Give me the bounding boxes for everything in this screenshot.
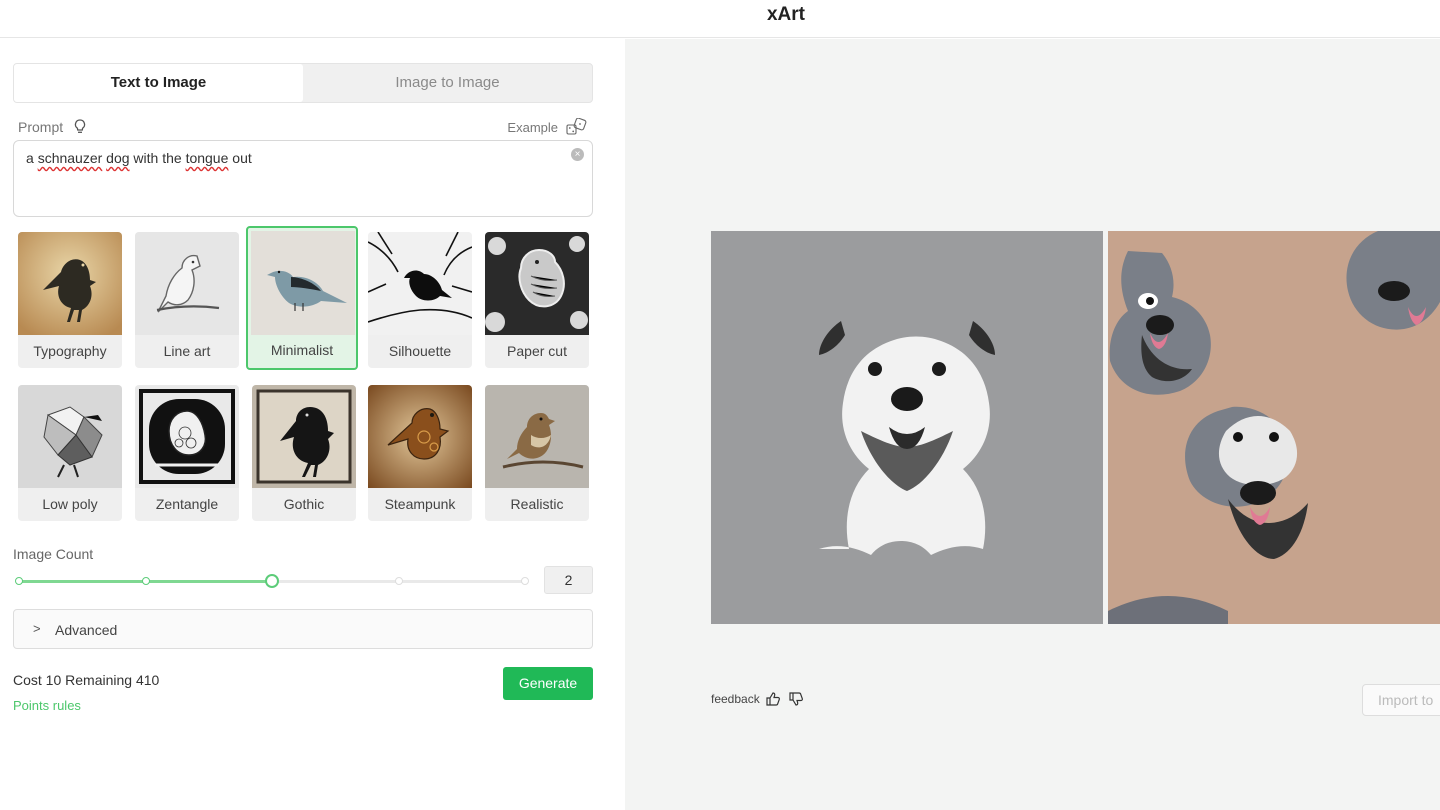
advanced-label: Advanced bbox=[55, 622, 118, 638]
style-label: Typography bbox=[33, 343, 107, 359]
prompt-header: Prompt Example bbox=[18, 117, 588, 139]
slider-step-dot[interactable] bbox=[394, 577, 403, 585]
image-count-label: Image Count bbox=[13, 546, 94, 562]
mode-tabs: Text to Image Image to Image bbox=[13, 63, 593, 103]
style-card-low-poly[interactable]: Low poly bbox=[18, 385, 122, 521]
result-panel: feedback Import to bbox=[625, 39, 1440, 810]
style-label: Low poly bbox=[42, 496, 98, 512]
result-image-1[interactable] bbox=[711, 231, 1103, 624]
style-label: Paper cut bbox=[507, 343, 567, 359]
style-card-gothic[interactable]: Gothic bbox=[252, 385, 356, 521]
style-card-typography[interactable]: Typography bbox=[18, 232, 122, 368]
style-label: Realistic bbox=[510, 496, 564, 512]
style-label: Silhouette bbox=[388, 343, 452, 359]
feedback-label: feedback bbox=[711, 692, 760, 706]
slider-step-dot[interactable] bbox=[141, 577, 150, 585]
style-label: Gothic bbox=[283, 496, 325, 512]
generate-button[interactable]: Generate bbox=[503, 667, 593, 700]
style-card-silhouette[interactable]: Silhouette bbox=[368, 232, 472, 368]
prompt-word-misspelled: tongue bbox=[185, 150, 229, 166]
prompt-word: out bbox=[228, 150, 252, 166]
slider-step-dot[interactable] bbox=[15, 577, 23, 585]
clear-icon[interactable]: × bbox=[571, 148, 584, 161]
advanced-toggle[interactable]: > Advanced bbox=[13, 609, 593, 649]
image-count-value[interactable]: 2 bbox=[544, 566, 593, 594]
paper-cut-thumbnail bbox=[485, 232, 589, 335]
tab-text-to-image[interactable]: Text to Image bbox=[14, 64, 303, 102]
image-count-slider[interactable] bbox=[13, 569, 531, 593]
slider-handle[interactable] bbox=[265, 574, 279, 588]
realistic-thumbnail bbox=[485, 385, 589, 488]
style-label: Zentangle bbox=[155, 496, 219, 512]
prompt-word-misspelled: dog bbox=[106, 150, 130, 166]
example-link[interactable]: Example bbox=[507, 120, 558, 135]
cost-text: Cost 10 Remaining 410 bbox=[13, 672, 160, 688]
zentangle-thumbnail bbox=[135, 385, 239, 488]
silhouette-thumbnail bbox=[368, 232, 472, 335]
low-poly-thumbnail bbox=[18, 385, 122, 488]
points-rules-link[interactable]: Points rules bbox=[13, 698, 81, 713]
result-image-2[interactable] bbox=[1108, 231, 1440, 624]
style-label: Steampunk bbox=[384, 496, 456, 512]
style-card-steampunk[interactable]: Steampunk bbox=[368, 385, 472, 521]
import-button[interactable]: Import to bbox=[1362, 684, 1440, 716]
thumbs-up-icon[interactable] bbox=[765, 691, 781, 712]
style-card-zentangle[interactable]: Zentangle bbox=[135, 385, 239, 521]
prompt-label: Prompt bbox=[18, 119, 64, 135]
chevron-right-icon: > bbox=[33, 621, 41, 636]
typography-thumbnail bbox=[18, 232, 122, 335]
style-card-minimalist[interactable]: Minimalist bbox=[246, 226, 358, 370]
top-bar: xArt bbox=[0, 0, 1440, 38]
prompt-word: a bbox=[26, 150, 38, 166]
app-title: xArt bbox=[766, 4, 805, 25]
prompt-word-misspelled: schnauzer bbox=[37, 150, 103, 166]
style-card-realistic[interactable]: Realistic bbox=[485, 385, 589, 521]
thumbs-down-icon[interactable] bbox=[788, 691, 804, 712]
left-panel: Text to Image Image to Image Prompt Exam… bbox=[0, 39, 625, 810]
style-card-line-art[interactable]: Line art bbox=[135, 232, 239, 368]
style-label: Minimalist bbox=[270, 342, 334, 358]
prompt-word: with the bbox=[129, 150, 186, 166]
lightbulb-icon[interactable] bbox=[73, 118, 87, 138]
style-label: Line art bbox=[163, 343, 211, 359]
gothic-thumbnail bbox=[252, 385, 356, 488]
slider-step-dot[interactable] bbox=[521, 577, 529, 585]
prompt-input[interactable]: a schnauzer dog with the tongue out × bbox=[13, 140, 593, 217]
line-art-thumbnail bbox=[135, 232, 239, 335]
style-card-paper-cut[interactable]: Paper cut bbox=[485, 232, 589, 368]
tab-image-to-image[interactable]: Image to Image bbox=[303, 64, 592, 102]
style-grid: Typography Line art Minimalist Silhouett… bbox=[13, 226, 593, 527]
dice-icon[interactable] bbox=[566, 117, 588, 139]
steampunk-thumbnail bbox=[368, 385, 472, 488]
prompt-text[interactable]: a schnauzer dog with the tongue out bbox=[26, 150, 252, 166]
minimalist-thumbnail bbox=[251, 231, 355, 335]
